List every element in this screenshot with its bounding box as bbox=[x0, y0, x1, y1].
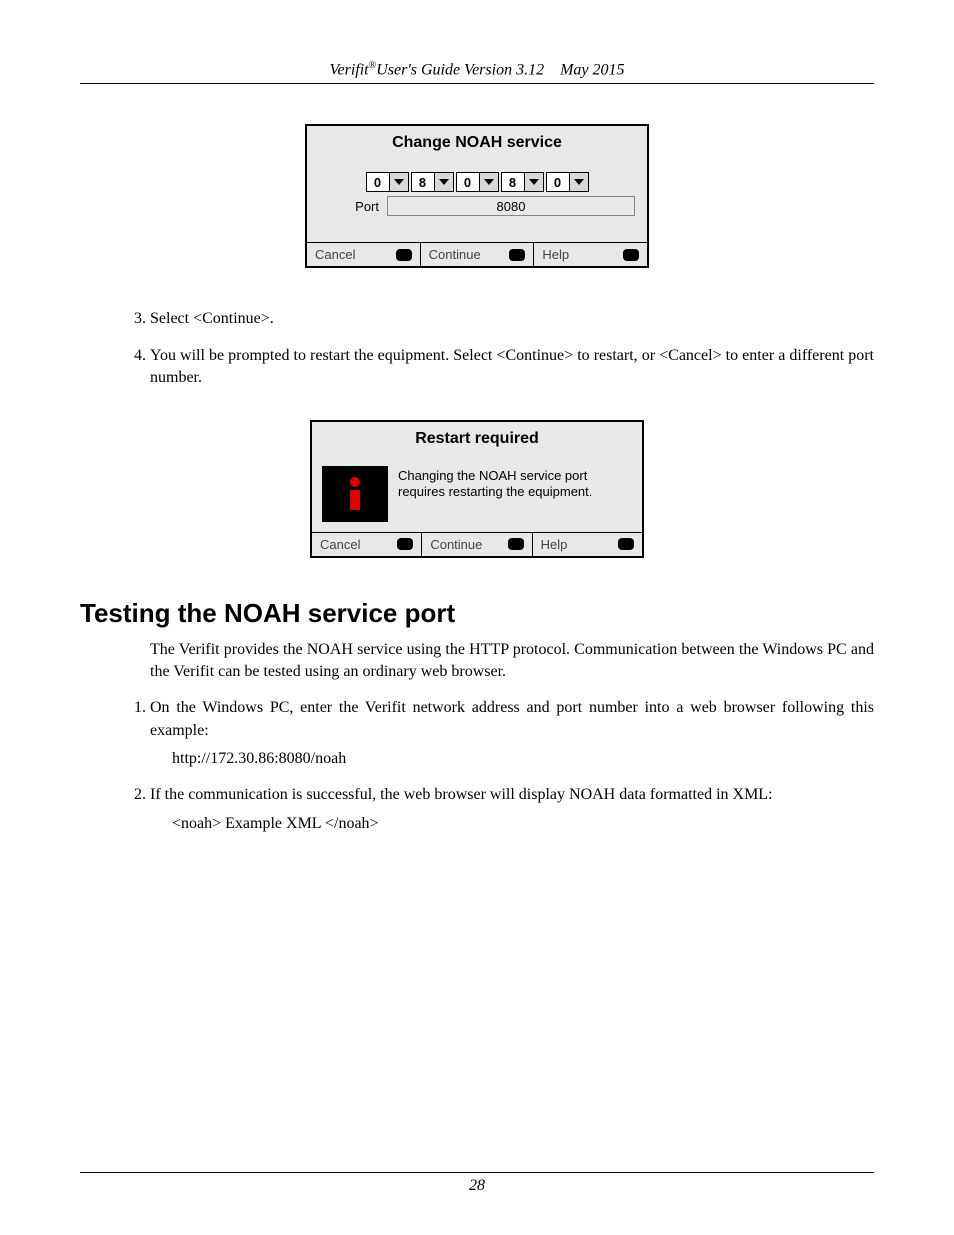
port-value: 8080 bbox=[497, 199, 526, 214]
section-heading: Testing the NOAH service port bbox=[80, 598, 874, 629]
port-digit-row: 0 8 0 8 0 bbox=[319, 172, 635, 192]
step-4: You will be prompted to restart the equi… bbox=[150, 345, 874, 390]
figure-change-noah-service: Change NOAH service 0 8 0 bbox=[80, 124, 874, 268]
step-b1: On the Windows PC, enter the Verifit net… bbox=[150, 697, 874, 770]
button-indicator-icon bbox=[623, 249, 639, 261]
help-button[interactable]: Help bbox=[533, 533, 642, 556]
port-label: Port bbox=[319, 199, 387, 214]
digit-value: 8 bbox=[411, 172, 435, 192]
continue-button[interactable]: Continue bbox=[421, 243, 535, 266]
help-label: Help bbox=[541, 537, 568, 552]
step-b2-example: <noah> Example XML </noah> bbox=[172, 813, 874, 835]
dropdown-icon[interactable] bbox=[480, 172, 499, 192]
cancel-button[interactable]: Cancel bbox=[307, 243, 421, 266]
dialog-title: Change NOAH service bbox=[307, 126, 647, 162]
port-digit-spinner[interactable]: 0 bbox=[456, 172, 499, 192]
step-b1-text: On the Windows PC, enter the Verifit net… bbox=[150, 699, 874, 738]
step-list-a: Select <Continue>. You will be prompted … bbox=[150, 308, 874, 389]
dialog-title: Restart required bbox=[312, 422, 642, 458]
digit-value: 0 bbox=[456, 172, 480, 192]
port-field[interactable]: 8080 bbox=[387, 196, 635, 216]
button-indicator-icon bbox=[396, 249, 412, 261]
cancel-button[interactable]: Cancel bbox=[312, 533, 422, 556]
dropdown-icon[interactable] bbox=[390, 172, 409, 192]
cancel-label: Cancel bbox=[320, 537, 360, 552]
port-digit-spinner[interactable]: 8 bbox=[411, 172, 454, 192]
help-button[interactable]: Help bbox=[534, 243, 647, 266]
dialog-restart-required: Restart required Changing the NOAH servi… bbox=[310, 420, 644, 558]
continue-label: Continue bbox=[429, 247, 481, 262]
button-indicator-icon bbox=[618, 538, 634, 550]
digit-value: 0 bbox=[366, 172, 390, 192]
continue-label: Continue bbox=[430, 537, 482, 552]
port-digit-spinner[interactable]: 8 bbox=[501, 172, 544, 192]
step-b2: If the communication is successful, the … bbox=[150, 784, 874, 835]
help-label: Help bbox=[542, 247, 569, 262]
header-title: User's Guide Version 3.12 bbox=[376, 61, 544, 78]
continue-button[interactable]: Continue bbox=[422, 533, 532, 556]
dropdown-icon[interactable] bbox=[570, 172, 589, 192]
section-intro: The Verifit provides the NOAH service us… bbox=[150, 639, 874, 684]
dialog-change-noah: Change NOAH service 0 8 0 bbox=[305, 124, 649, 268]
dialog-message: Changing the NOAH service port requires … bbox=[398, 466, 632, 501]
button-indicator-icon bbox=[508, 538, 524, 550]
dropdown-icon[interactable] bbox=[525, 172, 544, 192]
page-number: 28 bbox=[469, 1177, 485, 1194]
cancel-label: Cancel bbox=[315, 247, 355, 262]
port-digit-spinner[interactable]: 0 bbox=[366, 172, 409, 192]
step-list-b: On the Windows PC, enter the Verifit net… bbox=[150, 697, 874, 835]
step-b2-text: If the communication is successful, the … bbox=[150, 786, 773, 803]
header-product: Verifit bbox=[329, 61, 368, 78]
button-indicator-icon bbox=[397, 538, 413, 550]
running-header: Verifit®User's Guide Version 3.12 May 20… bbox=[80, 60, 874, 84]
step-b1-example: http://172.30.86:8080/noah bbox=[172, 748, 874, 770]
step-3: Select <Continue>. bbox=[150, 308, 874, 330]
page-footer: 28 bbox=[80, 1172, 874, 1195]
figure-restart-required: Restart required Changing the NOAH servi… bbox=[80, 420, 874, 558]
digit-value: 8 bbox=[501, 172, 525, 192]
button-indicator-icon bbox=[509, 249, 525, 261]
digit-value: 0 bbox=[546, 172, 570, 192]
port-digit-spinner[interactable]: 0 bbox=[546, 172, 589, 192]
dropdown-icon[interactable] bbox=[435, 172, 454, 192]
info-icon bbox=[322, 466, 388, 522]
header-date: May 2015 bbox=[560, 61, 624, 78]
